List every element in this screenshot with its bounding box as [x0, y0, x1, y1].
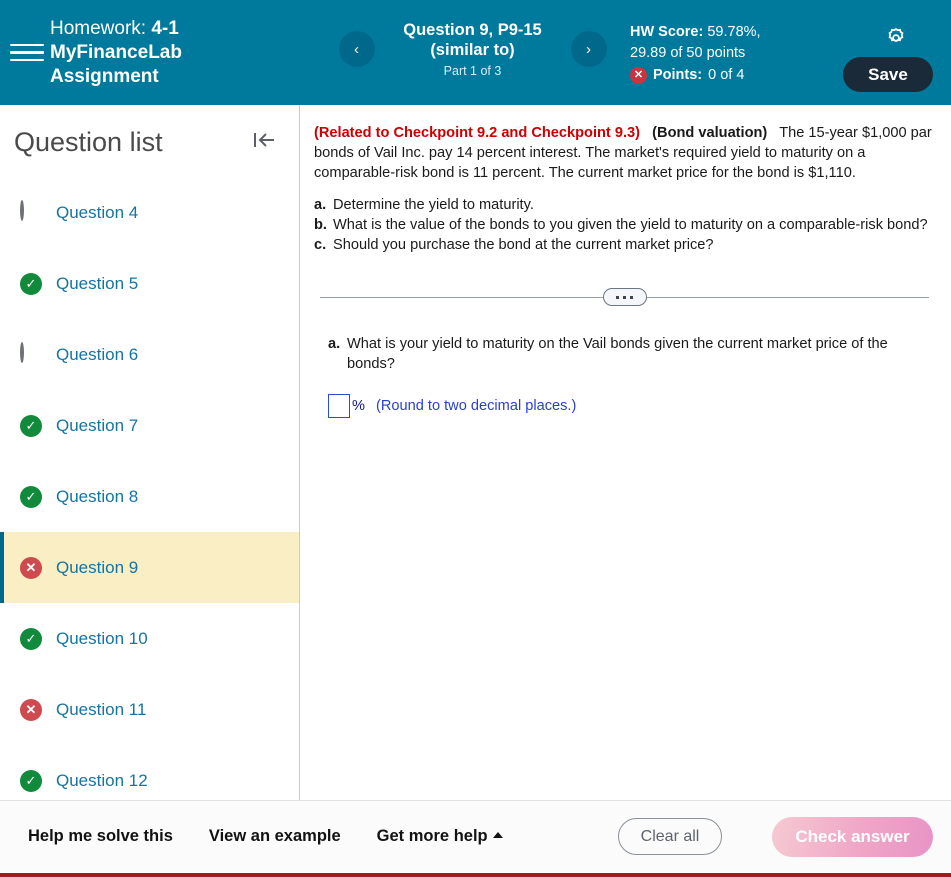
hamburger-menu-icon[interactable] — [10, 43, 44, 62]
question-list-item[interactable]: Question 4 — [0, 177, 299, 248]
empty-circle-icon — [20, 341, 42, 366]
points-label: Points: — [653, 67, 703, 83]
question-subpart: c. Should you purchase the bond at the cu… — [314, 235, 935, 255]
current-question-label: Question 9, P9-15 (similar to) Part 1 of… — [383, 20, 563, 78]
save-button[interactable]: Save — [843, 57, 933, 92]
section-divider — [320, 287, 929, 307]
help-me-solve-this-link[interactable]: Help me solve this — [28, 827, 173, 846]
answer-letter: a. — [328, 336, 341, 352]
question-list: Question 4 ✓ Question 5 Question 6 ✓ Question… — [0, 177, 299, 800]
hw-score-line: HW Score: 59.78%, — [630, 22, 761, 43]
question-list-item[interactable]: ✕ Question 9 — [0, 532, 299, 603]
check-answer-button[interactable]: Check answer — [772, 816, 933, 857]
points-value: 0 of 4 — [708, 67, 745, 83]
check-circle-icon: ✓ — [20, 414, 42, 437]
question-list-item[interactable]: ✓ Question 8 — [0, 461, 299, 532]
hw-points-line: 29.89 of 50 points — [630, 45, 746, 61]
answer-question: a. What is your yield to maturity on the… — [328, 334, 935, 374]
app-header: Homework: 4-1 MyFinanceLab Assignment ‹ … — [0, 0, 951, 105]
question-list-item[interactable]: ✕ Question 11 — [0, 674, 299, 745]
question-list-item[interactable]: ✓ Question 7 — [0, 390, 299, 461]
question-content: (Related to Checkpoint 9.2 and Checkpoin… — [300, 105, 951, 800]
gear-icon[interactable] — [884, 26, 908, 55]
check-circle-icon: ✓ — [20, 272, 42, 295]
question-list-item-label: Question 4 — [56, 202, 139, 222]
x-circle-icon: ✕ — [20, 556, 42, 579]
answer-input-row: % (Round to two decimal places.) — [328, 394, 935, 418]
drag-handle-dots-icon[interactable] — [602, 288, 647, 306]
question-list-sidebar: Question list Question 4 ✓ Question 5 Quest… — [0, 105, 300, 800]
score-summary: HW Score: 59.78%, 29.89 of 50 points ✕ P… — [630, 22, 761, 86]
subpart-text: Should you purchase the bond at the curr… — [333, 237, 714, 253]
bottom-accent-rule — [0, 873, 951, 877]
view-an-example-link[interactable]: View an example — [209, 827, 341, 846]
homework-label: Homework: — [50, 17, 147, 39]
part-indicator: Part 1 of 3 — [443, 64, 502, 78]
check-circle-icon: ✓ — [20, 627, 42, 650]
question-subtitle: (similar to) — [430, 41, 515, 59]
clear-all-button[interactable]: Clear all — [618, 818, 722, 855]
question-list-item[interactable]: Question 6 — [0, 319, 299, 390]
caret-up-icon — [492, 832, 503, 838]
question-prompt: (Related to Checkpoint 9.2 and Checkpoin… — [314, 123, 935, 183]
check-circle-icon: ✓ — [20, 485, 42, 508]
question-list-item[interactable]: ✓ Question 10 — [0, 603, 299, 674]
sidebar-title: Question list — [14, 127, 163, 157]
question-list-item-label: Question 10 — [56, 628, 148, 648]
sidebar-header: Question list — [0, 105, 299, 158]
checkpoint-note: (Related to Checkpoint 9.2 and Checkpoin… — [314, 125, 640, 141]
question-subparts: a. Determine the yield to maturity. b. What… — [314, 195, 935, 255]
get-more-help-link[interactable]: Get more help — [377, 827, 503, 846]
question-points-row: ✕ Points: 0 of 4 — [630, 65, 761, 86]
next-question-button[interactable]: › — [570, 31, 607, 67]
subpart-letter: a. — [314, 197, 327, 213]
action-footer: Help me solve this View an example Get m… — [0, 800, 951, 872]
previous-question-button[interactable]: ‹ — [338, 31, 375, 67]
main-body: Question list Question 4 ✓ Question 5 Quest… — [0, 105, 951, 800]
yield-to-maturity-input[interactable] — [328, 394, 350, 418]
question-subpart: b. What is the value of the bonds to you … — [314, 215, 935, 235]
question-list-item-label: Question 9 — [56, 557, 139, 577]
question-list-item[interactable]: ✓ Question 12 — [0, 745, 299, 800]
rounding-hint: (Round to two decimal places.) — [375, 398, 577, 414]
question-topic: (Bond valuation) — [652, 125, 768, 141]
question-title: Question 9, P9-15 — [403, 21, 542, 39]
percent-unit-label: % — [352, 398, 365, 414]
get-more-help-label: Get more help — [376, 827, 488, 845]
subpart-letter: b. — [314, 217, 327, 233]
question-navigator: ‹ Question 9, P9-15 (similar to) Part 1 … — [325, 20, 620, 78]
subpart-text: Determine the yield to maturity. — [333, 197, 534, 213]
x-circle-icon: ✕ — [20, 698, 42, 721]
hw-score-label: HW Score: — [630, 24, 704, 40]
question-list-item-label: Question 6 — [56, 344, 139, 364]
subpart-letter: c. — [314, 237, 327, 253]
chevron-right-icon: › — [586, 40, 591, 58]
collapse-left-icon[interactable] — [251, 128, 277, 157]
question-list-item[interactable]: ✓ Question 5 — [0, 248, 299, 319]
question-list-item-label: Question 12 — [56, 770, 148, 790]
subpart-text: What is the value of the bonds to you gi… — [333, 217, 928, 233]
check-circle-icon: ✓ — [20, 769, 42, 792]
empty-circle-icon — [20, 199, 42, 224]
answer-prompt: What is your yield to maturity on the Va… — [347, 336, 888, 372]
question-subpart: a. Determine the yield to maturity. — [314, 195, 935, 215]
chevron-left-icon: ‹ — [354, 40, 359, 58]
question-list-item-label: Question 8 — [56, 486, 139, 506]
homework-title: Homework: 4-1 MyFinanceLab Assignment — [50, 17, 265, 89]
question-list-item-label: Question 5 — [56, 273, 139, 293]
hw-score-value: 59.78%, — [707, 24, 761, 40]
answer-area: a. What is your yield to maturity on the… — [314, 334, 935, 418]
x-circle-icon: ✕ — [630, 67, 647, 84]
question-list-item-label: Question 7 — [56, 415, 139, 435]
question-list-item-label: Question 11 — [56, 699, 147, 719]
